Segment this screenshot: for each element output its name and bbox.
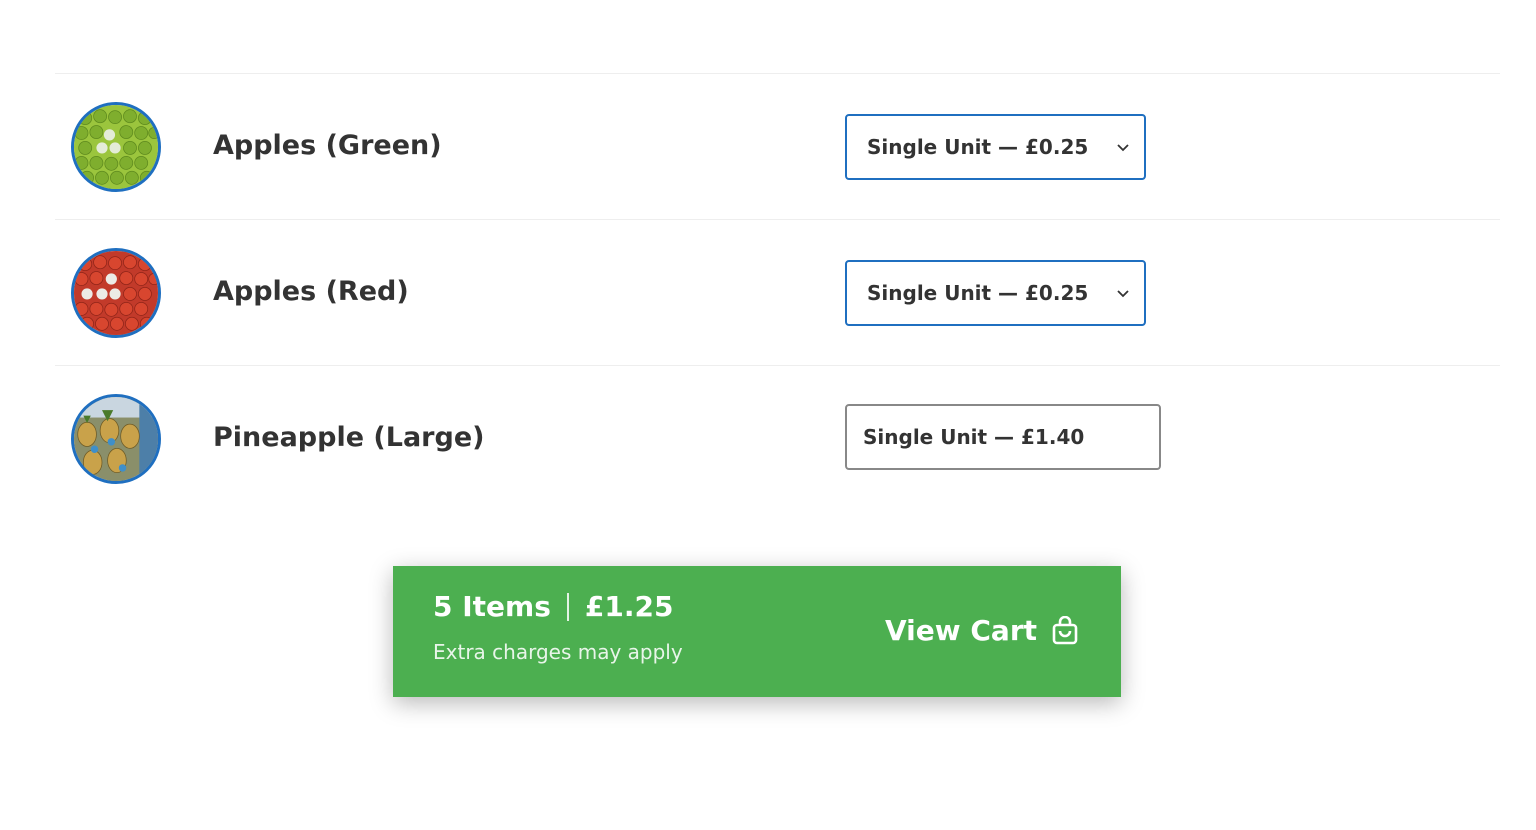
product-name: Apples (Red) bbox=[213, 276, 409, 307]
unit-select[interactable]: Single Unit — £0.25 bbox=[845, 114, 1146, 180]
view-cart-button[interactable]: View Cart bbox=[885, 614, 1079, 647]
cart-item-count: 5 Items bbox=[433, 590, 551, 623]
red-apples-image bbox=[71, 248, 161, 338]
green-apples-image bbox=[71, 102, 161, 192]
unit-select-value: Single Unit — £0.25 bbox=[867, 281, 1089, 305]
shopping-bag-icon bbox=[1052, 615, 1078, 644]
cart-note: Extra charges may apply bbox=[433, 640, 683, 664]
view-cart-label: View Cart bbox=[885, 614, 1038, 647]
unit-select-value: Single Unit — £0.25 bbox=[867, 135, 1089, 159]
product-row: Apples (Red) Single Unit — £0.25 bbox=[55, 220, 1500, 366]
unit-option: Single Unit — £1.40 bbox=[845, 404, 1161, 470]
divider bbox=[566, 592, 569, 621]
chevron-down-icon bbox=[1117, 144, 1129, 152]
pineapple-image bbox=[71, 394, 161, 484]
unit-select[interactable]: Single Unit — £0.25 bbox=[845, 260, 1146, 326]
cart-total: £1.25 bbox=[584, 590, 674, 623]
unit-option-value: Single Unit — £1.40 bbox=[863, 425, 1085, 449]
chevron-down-icon bbox=[1117, 290, 1129, 298]
product-name: Apples (Green) bbox=[213, 130, 442, 161]
product-list: Apples (Green) Single Unit — £0.25 Apple… bbox=[55, 73, 1500, 512]
product-name: Pineapple (Large) bbox=[213, 422, 485, 453]
cart-bar[interactable]: 5 Items £1.25 Extra charges may apply Vi… bbox=[393, 566, 1121, 697]
product-row: Apples (Green) Single Unit — £0.25 bbox=[55, 74, 1500, 220]
product-row: Pineapple (Large) Single Unit — £1.40 bbox=[55, 366, 1500, 512]
cart-summary: 5 Items £1.25 bbox=[433, 590, 673, 623]
